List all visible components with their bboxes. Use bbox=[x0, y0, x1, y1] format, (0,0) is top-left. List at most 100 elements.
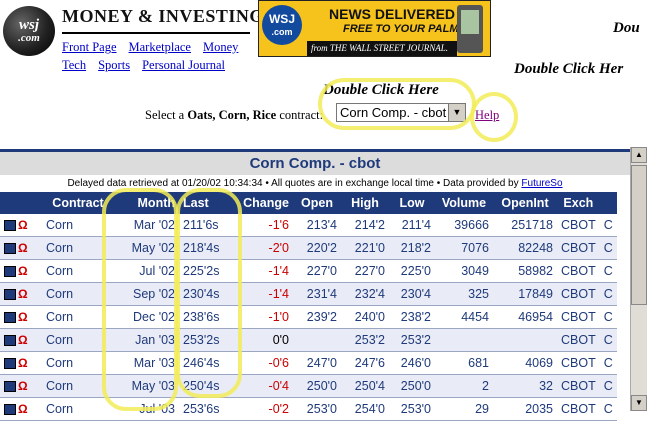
cell-high: 227'0 bbox=[341, 259, 389, 283]
omega-icon[interactable]: Ω bbox=[18, 333, 28, 347]
scroll-up-icon[interactable]: ▲ bbox=[631, 147, 647, 163]
cell-open: 253'0 bbox=[293, 397, 341, 421]
cell-contract[interactable]: Corn bbox=[42, 236, 114, 260]
scroll-down-icon[interactable]: ▼ bbox=[631, 395, 647, 411]
select-label-prefix: Select a bbox=[145, 108, 188, 122]
vertical-scrollbar[interactable]: ▲ ▼ bbox=[630, 147, 647, 411]
col-last[interactable]: Last bbox=[179, 192, 239, 214]
cell-volume bbox=[435, 328, 493, 352]
table-row: Ω Corn Mar '02 211'6s -1'6 213'4 214'2 211'4 396… bbox=[0, 214, 617, 237]
chart-icon[interactable] bbox=[4, 334, 16, 346]
col-open[interactable]: Open bbox=[293, 192, 341, 214]
cell-openint bbox=[493, 328, 557, 352]
cell-contract[interactable]: Corn bbox=[42, 397, 114, 421]
nav-tech[interactable]: Tech bbox=[62, 58, 86, 72]
table-row: Ω Corn May '03 250'4s -0'4 250'0 250'4 250'0 2 32… bbox=[0, 374, 617, 398]
omega-icon[interactable]: Ω bbox=[18, 264, 28, 278]
cell-month[interactable]: Jul '02 bbox=[114, 259, 179, 283]
nav-front-page[interactable]: Front Page bbox=[62, 40, 117, 54]
nav-marketplace[interactable]: Marketplace bbox=[129, 40, 191, 54]
cell-open: 247'0 bbox=[293, 351, 341, 375]
omega-icon[interactable]: Ω bbox=[18, 310, 28, 324]
cell-exch: CBOT bbox=[557, 397, 600, 421]
col-contract[interactable]: Contract bbox=[42, 192, 114, 214]
cell-contract[interactable]: Corn bbox=[42, 214, 114, 237]
col-month[interactable]: Month bbox=[114, 192, 179, 214]
col-volume[interactable]: Volume bbox=[435, 192, 493, 214]
omega-icon[interactable]: Ω bbox=[18, 287, 28, 301]
nav-personal-journal[interactable]: Personal Journal bbox=[142, 58, 225, 72]
col-icons bbox=[0, 192, 42, 214]
cell-low: 253'2 bbox=[389, 328, 435, 352]
cell-volume: 39666 bbox=[435, 214, 493, 237]
chart-icon[interactable] bbox=[4, 219, 16, 231]
chevron-down-icon[interactable]: ▼ bbox=[448, 104, 465, 121]
cell-month[interactable]: May '03 bbox=[114, 374, 179, 398]
col-exch[interactable]: Exch bbox=[557, 192, 600, 214]
cell-high: 250'4 bbox=[341, 374, 389, 398]
cell-last: 250'4s bbox=[179, 374, 239, 398]
omega-icon[interactable]: Ω bbox=[18, 402, 28, 416]
logo-bottom: .com bbox=[18, 32, 40, 44]
cell-openint: 2035 bbox=[493, 397, 557, 421]
nav-money[interactable]: Money bbox=[203, 40, 238, 54]
nav-sports[interactable]: Sports bbox=[98, 58, 130, 72]
omega-icon[interactable]: Ω bbox=[18, 241, 28, 255]
chart-icon[interactable] bbox=[4, 288, 16, 300]
table-row: Ω Corn Mar '03 246'4s -0'6 247'0 247'6 246'0 681… bbox=[0, 351, 617, 375]
cell-high: 214'2 bbox=[341, 214, 389, 237]
cell-exch: CBOT bbox=[557, 259, 600, 283]
table-row: Ω Corn Jul '02 225'2s -1'4 227'0 227'0 225'0 304… bbox=[0, 259, 617, 283]
chart-icon[interactable] bbox=[4, 311, 16, 323]
cell-high: 253'2 bbox=[341, 328, 389, 352]
cell-volume: 325 bbox=[435, 282, 493, 306]
cell-month[interactable]: Mar '02 bbox=[114, 214, 179, 237]
help-link[interactable]: Help bbox=[475, 108, 499, 123]
cell-month[interactable]: Mar '03 bbox=[114, 351, 179, 375]
cell-high: 232'4 bbox=[341, 282, 389, 306]
wsj-logo[interactable]: wsj .com bbox=[3, 6, 55, 56]
cell-contract[interactable]: Corn bbox=[42, 328, 114, 352]
cell-contract[interactable]: Corn bbox=[42, 351, 114, 375]
chart-icon[interactable] bbox=[4, 265, 16, 277]
cell-month[interactable]: May '02 bbox=[114, 236, 179, 260]
cell-open: 231'4 bbox=[293, 282, 341, 306]
cell-contract[interactable]: Corn bbox=[42, 259, 114, 283]
data-provider-link[interactable]: FutureSo bbox=[521, 178, 562, 189]
cell-open: 213'4 bbox=[293, 214, 341, 237]
col-high[interactable]: High bbox=[341, 192, 389, 214]
col-extra bbox=[599, 192, 617, 214]
cell-month[interactable]: Dec '02 bbox=[114, 305, 179, 329]
contract-select[interactable]: Corn Comp. - cbot ▼ bbox=[336, 103, 466, 122]
cell-month[interactable]: Jan '03 bbox=[114, 328, 179, 352]
chart-icon[interactable] bbox=[4, 242, 16, 254]
cell-contract[interactable]: Corn bbox=[42, 282, 114, 306]
cell-change: -1'4 bbox=[239, 282, 293, 306]
scroll-thumb[interactable] bbox=[631, 165, 647, 305]
omega-icon[interactable]: Ω bbox=[18, 356, 28, 370]
omega-icon[interactable]: Ω bbox=[18, 218, 28, 232]
cell-last: 218'4s bbox=[179, 236, 239, 260]
cell-volume: 2 bbox=[435, 374, 493, 398]
cell-contract[interactable]: Corn bbox=[42, 374, 114, 398]
cell-month[interactable]: Sep '02 bbox=[114, 282, 179, 306]
cell-month[interactable]: Jul '03 bbox=[114, 397, 179, 421]
col-openint[interactable]: OpenInt bbox=[493, 192, 557, 214]
chart-icon[interactable] bbox=[4, 357, 16, 369]
cell-low: 250'0 bbox=[389, 374, 435, 398]
cell-exch: CBOT bbox=[557, 214, 600, 237]
cell-low: 253'0 bbox=[389, 397, 435, 421]
cell-extra: C bbox=[599, 282, 617, 306]
chart-icon[interactable] bbox=[4, 380, 16, 392]
row-icons: Ω bbox=[0, 236, 42, 260]
cell-contract[interactable]: Corn bbox=[42, 305, 114, 329]
col-change[interactable]: Change bbox=[239, 192, 293, 214]
cell-high: 254'0 bbox=[341, 397, 389, 421]
chart-icon[interactable] bbox=[4, 403, 16, 415]
ad-banner[interactable]: WSJ .com NEWS DELIVERED FREE TO YOUR PALM… bbox=[258, 0, 491, 57]
col-low[interactable]: Low bbox=[389, 192, 435, 214]
omega-icon[interactable]: Ω bbox=[18, 379, 28, 393]
cell-change: -1'4 bbox=[239, 259, 293, 283]
double-click-hint: Double Click Here bbox=[323, 82, 439, 98]
ad-headline: NEWS DELIVERED bbox=[329, 6, 456, 22]
